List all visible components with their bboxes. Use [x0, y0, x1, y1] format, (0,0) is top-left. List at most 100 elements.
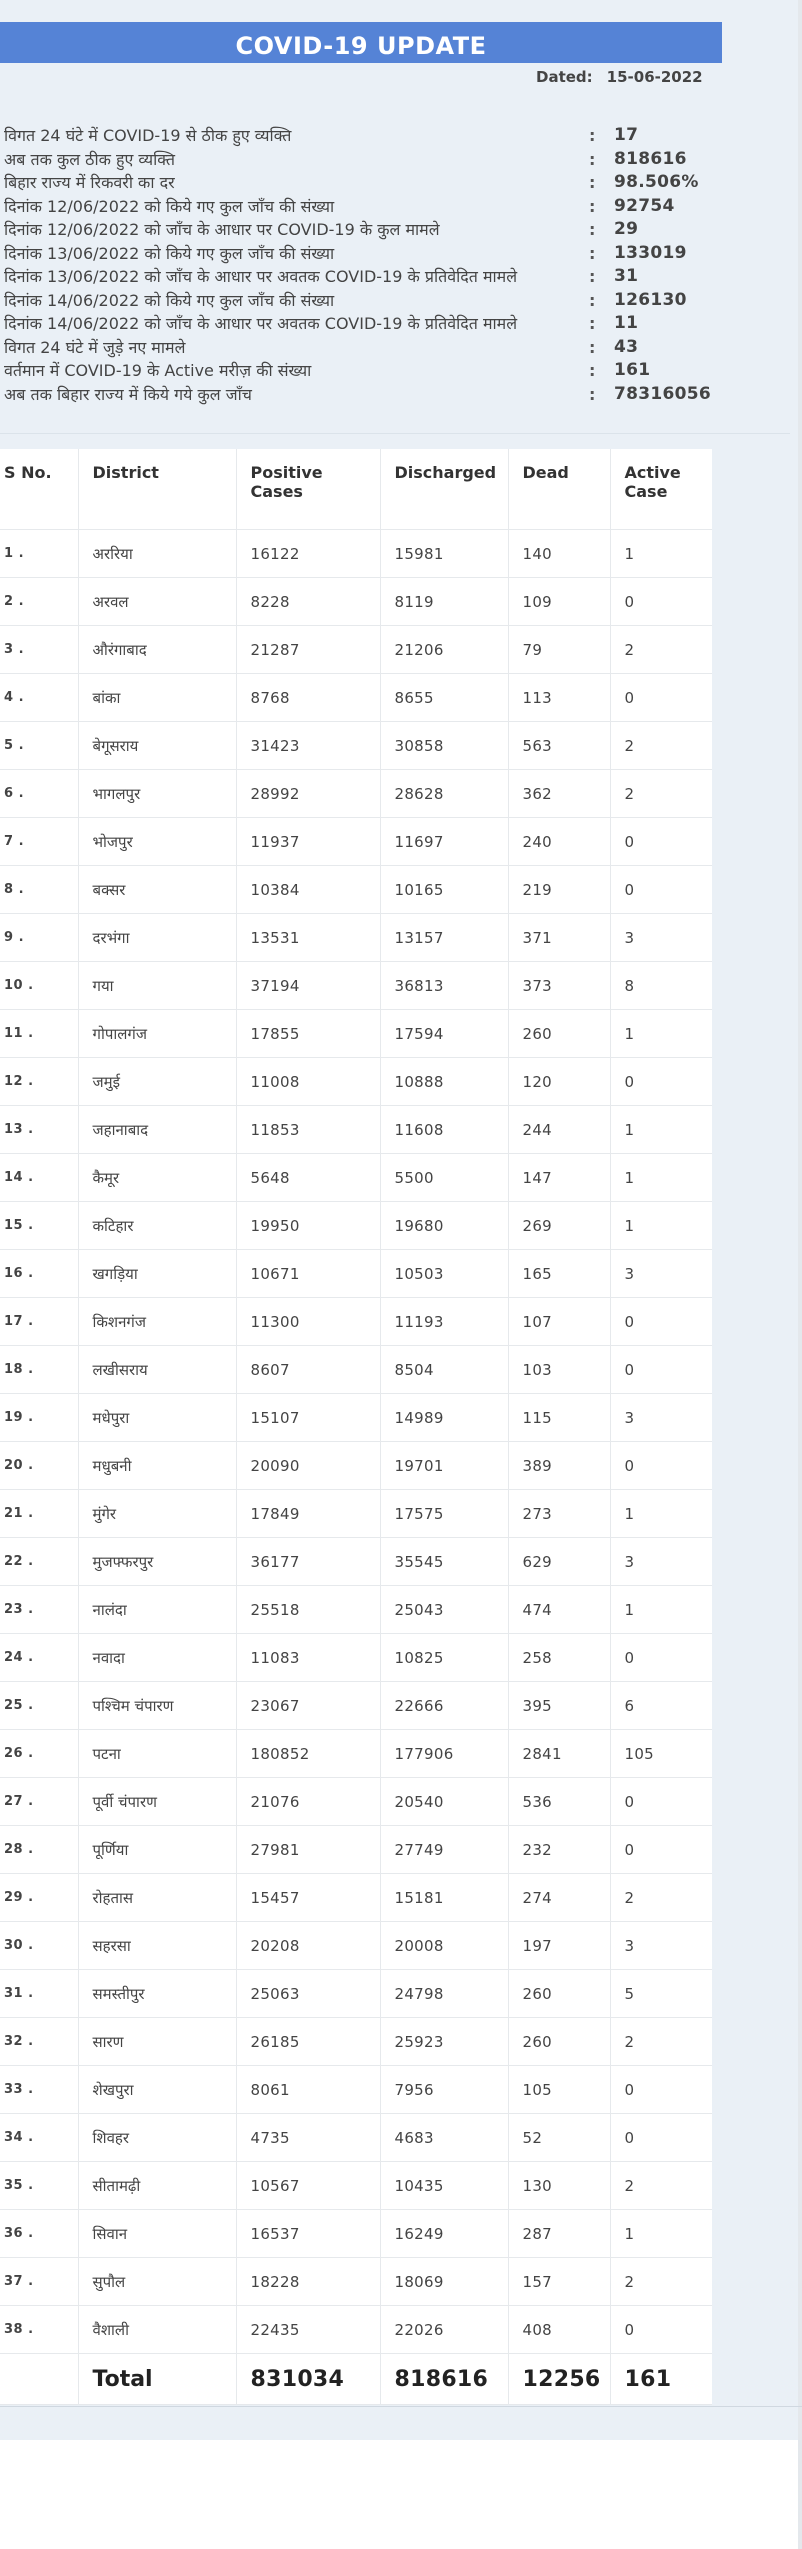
summary-label: दिनांक 13/06/2022 को जाँच के आधार पर अवत… [4, 267, 518, 286]
district-cell: वैशाली [78, 2305, 237, 2354]
sno-cell: 33 . [0, 2065, 79, 2114]
discharged-cell: 22026 [380, 2305, 509, 2354]
positive-cases-cell: 25063 [236, 1969, 381, 2018]
positive-cases-cell: 10671 [236, 1249, 381, 1298]
discharged-cell: 17594 [380, 1009, 509, 1058]
district-cell: मधेपुरा [78, 1393, 237, 1442]
active-case-cell: 1 [610, 1585, 712, 1634]
sno-cell: 15 . [0, 1201, 79, 1250]
positive-cases-cell: 11008 [236, 1057, 381, 1106]
summary-value: 11 [614, 313, 639, 333]
table-row: 21 . मुंगेर 17849 17575 273 1 [0, 1489, 712, 1538]
active-case-cell: 2 [610, 625, 712, 674]
sno-cell: 34 . [0, 2113, 79, 2162]
district-cell: लखीसराय [78, 1345, 237, 1394]
positive-cases-cell: 23067 [236, 1681, 381, 1730]
district-cell: शेखपुरा [78, 2065, 237, 2114]
discharged-cell: 30858 [380, 721, 509, 770]
summary-colon: : [589, 384, 596, 404]
dead-cell: 408 [508, 2305, 611, 2354]
summary-label: अब तक बिहार राज्य में किये गये कुल जाँच [4, 384, 252, 404]
dead-cell: 140 [508, 529, 611, 578]
sno-cell: 10 . [0, 961, 79, 1010]
discharged-cell: 27749 [380, 1825, 509, 1874]
active-case-cell: 2 [610, 1873, 712, 1922]
summary-value: 126130 [614, 289, 687, 310]
header-positive-cases: Positive Cases [236, 449, 381, 530]
scrollbar-track[interactable] [798, 0, 802, 2549]
summary-colon: : [589, 337, 596, 357]
total-discharged-cell: 818616 [380, 2353, 509, 2405]
dead-cell: 260 [508, 1969, 611, 2018]
summary-colon: : [589, 220, 596, 239]
active-case-cell: 0 [610, 1297, 712, 1346]
district-cell: सहरसा [78, 1921, 237, 1970]
positive-cases-cell: 11083 [236, 1633, 381, 1682]
summary-value: 31 [614, 266, 639, 286]
positive-cases-cell: 13531 [236, 913, 381, 962]
dead-cell: 52 [508, 2113, 611, 2162]
sno-cell: 5 . [0, 721, 79, 770]
dead-cell: 389 [508, 1441, 611, 1490]
total-positive-cases-cell: 831034 [236, 2353, 381, 2405]
summary-row: दिनांक 14/06/2022 को किये गए कुल जाँच की… [4, 289, 764, 313]
total-dead-cell: 12256 [508, 2353, 611, 2405]
active-case-cell: 2 [610, 2017, 712, 2066]
discharged-cell: 19680 [380, 1201, 509, 1250]
summary-colon: : [589, 173, 596, 192]
table-row: 15 . कटिहार 19950 19680 269 1 [0, 1201, 712, 1250]
active-case-cell: 0 [610, 1345, 712, 1394]
sno-cell: 12 . [0, 1057, 79, 1106]
positive-cases-cell: 8768 [236, 673, 381, 722]
discharged-cell: 20008 [380, 1921, 509, 1970]
header-sno: S No. [0, 449, 79, 530]
positive-cases-cell: 17855 [236, 1009, 381, 1058]
active-case-cell: 0 [610, 2113, 712, 2162]
active-case-cell: 0 [610, 865, 712, 914]
positive-cases-cell: 20208 [236, 1921, 381, 1970]
dead-cell: 371 [508, 913, 611, 962]
dead-cell: 165 [508, 1249, 611, 1298]
summary-row: दिनांक 14/06/2022 को जाँच के आधार पर अवत… [4, 312, 764, 336]
sno-cell: 3 . [0, 625, 79, 674]
active-case-cell: 0 [610, 1633, 712, 1682]
active-case-cell: 8 [610, 961, 712, 1010]
discharged-cell: 25923 [380, 2017, 509, 2066]
positive-cases-cell: 25518 [236, 1585, 381, 1634]
active-case-cell: 2 [610, 769, 712, 818]
dead-cell: 373 [508, 961, 611, 1010]
positive-cases-cell: 180852 [236, 1729, 381, 1778]
summary-row: दिनांक 13/06/2022 को जाँच के आधार पर अवत… [4, 265, 764, 289]
table-row: 19 . मधेपुरा 15107 14989 115 3 [0, 1393, 712, 1442]
discharged-cell: 5500 [380, 1153, 509, 1202]
discharged-cell: 8504 [380, 1345, 509, 1394]
positive-cases-cell: 11937 [236, 817, 381, 866]
sno-cell: 30 . [0, 1921, 79, 1970]
active-case-cell: 0 [610, 577, 712, 626]
header-dead: Dead [508, 449, 611, 530]
dead-cell: 274 [508, 1873, 611, 1922]
discharged-cell: 11193 [380, 1297, 509, 1346]
dated-value: 15-06-2022 [606, 68, 703, 86]
discharged-cell: 8655 [380, 673, 509, 722]
district-cell: बेगूसराय [78, 721, 237, 770]
active-case-cell: 3 [610, 1537, 712, 1586]
active-case-cell: 3 [610, 1393, 712, 1442]
active-case-cell: 2 [610, 2161, 712, 2210]
district-cell: दरभंगा [78, 913, 237, 962]
district-cell: औरंगाबाद [78, 625, 237, 674]
header-active-case: Active Case [610, 449, 712, 530]
district-cell: शिवहर [78, 2113, 237, 2162]
dead-cell: 130 [508, 2161, 611, 2210]
table-row: 29 . रोहतास 15457 15181 274 2 [0, 1873, 712, 1922]
dead-cell: 232 [508, 1825, 611, 1874]
dead-cell: 244 [508, 1105, 611, 1154]
sno-cell: 28 . [0, 1825, 79, 1874]
table-row: 6 . भागलपुर 28992 28628 362 2 [0, 769, 712, 818]
summary-value: 161 [614, 360, 651, 380]
district-cell: कटिहार [78, 1201, 237, 1250]
discharged-cell: 28628 [380, 769, 509, 818]
active-case-cell: 1 [610, 1201, 712, 1250]
positive-cases-cell: 8228 [236, 577, 381, 626]
summary-colon: : [589, 314, 596, 333]
